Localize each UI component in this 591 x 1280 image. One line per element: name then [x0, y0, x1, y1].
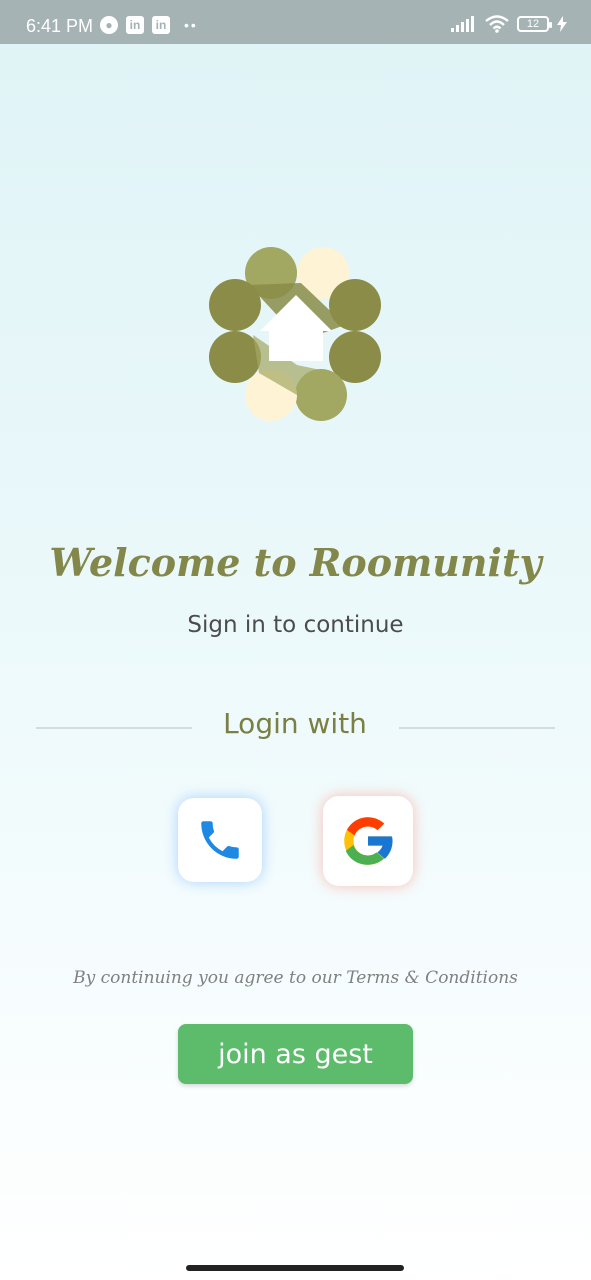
- app-icon: ●: [100, 16, 118, 34]
- more-notifications-icon: ••: [184, 17, 198, 33]
- linkedin-icon: in: [126, 16, 144, 34]
- status-time: 6:41 PM: [26, 16, 94, 36]
- battery-level: 12: [526, 18, 540, 30]
- google-icon: [344, 817, 394, 865]
- roomunity-logo: [209, 247, 381, 421]
- system-icons: 12: [451, 15, 567, 33]
- login-with-label: Login with: [223, 707, 367, 740]
- notification-icons: ● in in ••: [100, 16, 198, 34]
- welcome-title: Welcome to Roomunity: [49, 540, 542, 585]
- sign-in-subtitle: Sign in to continue: [187, 612, 404, 638]
- signal-icon: [451, 16, 474, 32]
- status-bar: 6:41 PM ● in in •• 12: [0, 0, 591, 44]
- battery-icon: 12: [517, 16, 552, 32]
- terms-text[interactable]: By continuing you agree to our Terms & C…: [0, 968, 591, 988]
- google-login-button[interactable]: [323, 796, 413, 886]
- divider-right: [399, 727, 555, 729]
- phone-icon: [201, 821, 239, 859]
- home-indicator[interactable]: [186, 1265, 404, 1271]
- phone-login-button[interactable]: [178, 798, 262, 882]
- linkedin-icon: in: [152, 16, 170, 34]
- join-as-guest-button[interactable]: join as gest: [178, 1024, 413, 1084]
- divider-left: [36, 727, 192, 729]
- wifi-icon: [485, 15, 509, 33]
- charging-icon: [557, 16, 567, 32]
